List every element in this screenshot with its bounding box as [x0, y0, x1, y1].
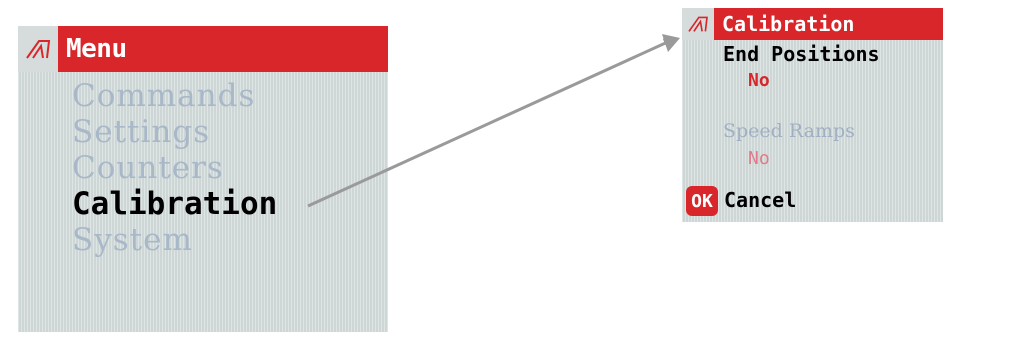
cancel-button[interactable]: Cancel	[724, 188, 796, 212]
ok-button[interactable]: OK	[686, 186, 718, 216]
end-positions-value[interactable]: No	[748, 70, 770, 91]
speed-ramps-label[interactable]: Speed Ramps	[723, 120, 855, 142]
calibration-titlebar: Calibration	[682, 8, 943, 40]
speed-ramps-value[interactable]: No	[748, 148, 770, 169]
brand-logo-icon	[682, 8, 714, 40]
end-positions-label[interactable]: End Positions	[723, 42, 880, 66]
calibration-screen: Calibration End Positions No Speed Ramps…	[682, 8, 943, 222]
calibration-title: Calibration	[722, 12, 855, 36]
